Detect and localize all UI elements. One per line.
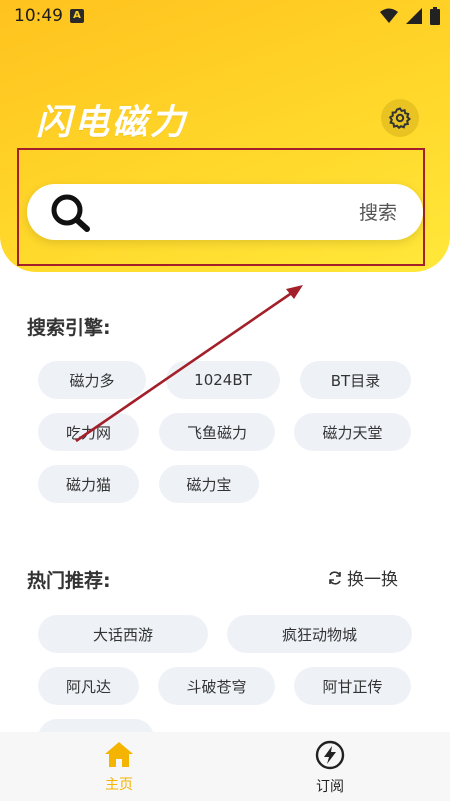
search-button[interactable]: 搜索 [359, 198, 397, 225]
nav-home[interactable]: 主页 [89, 740, 149, 794]
settings-button[interactable] [381, 99, 419, 137]
hot-chip[interactable]: 大话西游 [38, 615, 208, 653]
engines-title: 搜索引擎: [27, 317, 111, 339]
nav-subscribe-label: 订阅 [316, 779, 344, 795]
search-bar[interactable]: 搜索 [27, 184, 423, 240]
signal-icon [406, 8, 422, 24]
engine-chip[interactable]: 吃力网 [38, 413, 139, 451]
hot-chip[interactable]: 疯狂动物城 [227, 615, 412, 653]
notification-badge: A [70, 9, 84, 23]
refresh-icon [329, 570, 341, 585]
home-icon [105, 742, 133, 767]
app-title: 闪电磁力 [36, 103, 189, 143]
engine-chip[interactable]: BT目录 [300, 361, 411, 399]
engine-chip[interactable]: 磁力宝 [159, 465, 259, 503]
engine-chip[interactable]: 磁力天堂 [294, 413, 411, 451]
engine-chip[interactable]: 飞鱼磁力 [159, 413, 275, 451]
battery-icon [430, 7, 440, 25]
nav-home-label: 主页 [105, 777, 133, 793]
engine-chip[interactable]: 磁力多 [38, 361, 146, 399]
search-icon [51, 194, 90, 232]
hot-chip[interactable]: 阿甘正传 [294, 667, 411, 705]
wifi-icon [380, 8, 398, 23]
hot-chip[interactable]: 阿凡达 [38, 667, 139, 705]
bottom-nav: 主页 订阅 [0, 732, 450, 801]
status-bar: 10:49 A [0, 0, 450, 34]
engine-chip[interactable]: 磁力猫 [38, 465, 139, 503]
lightning-icon [315, 740, 345, 770]
refresh-label: 换一换 [347, 570, 398, 590]
nav-subscribe[interactable]: 订阅 [300, 740, 360, 796]
hot-title: 热门推荐: [27, 570, 111, 592]
engine-chip[interactable]: 1024BT [166, 361, 280, 399]
hot-chip[interactable]: 斗破苍穹 [158, 667, 275, 705]
status-time: 10:49 [14, 6, 63, 26]
gear-icon [388, 107, 412, 130]
refresh-button[interactable]: 换一换 [327, 565, 398, 590]
